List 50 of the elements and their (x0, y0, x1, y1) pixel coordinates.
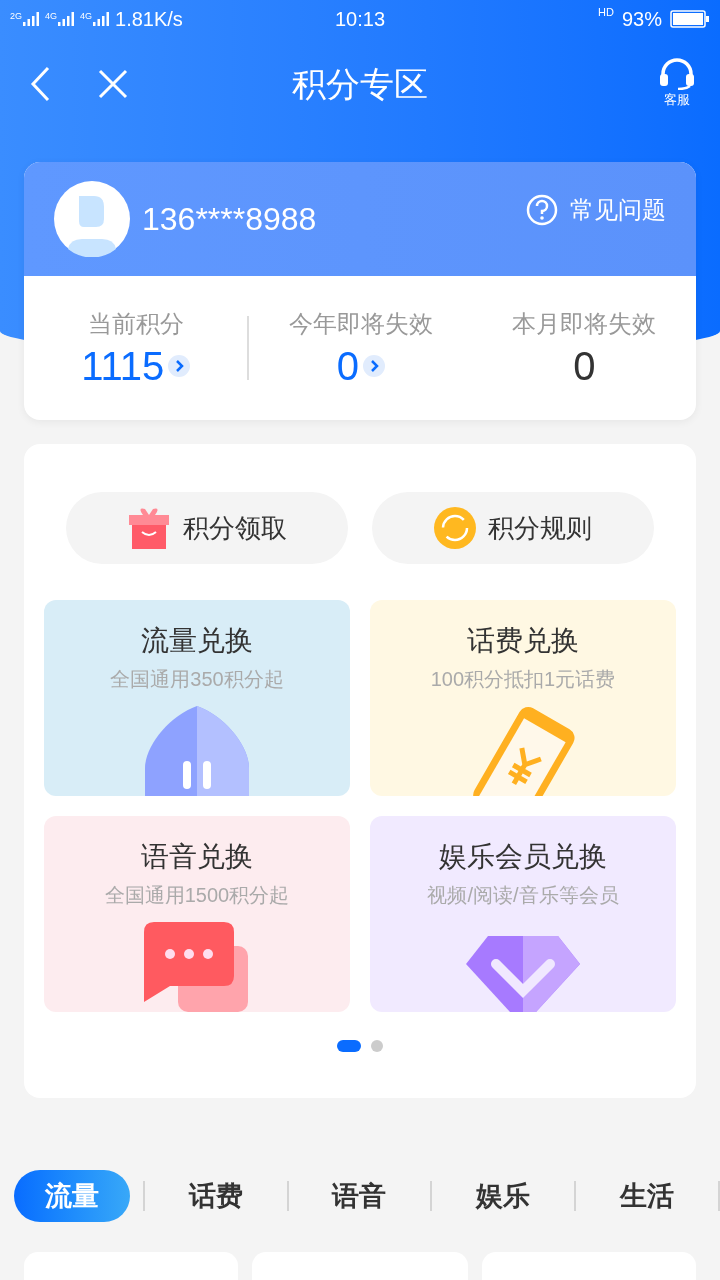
tile-title: 流量兑换 (141, 624, 253, 658)
help-icon (526, 194, 558, 226)
clock: 10:13 (334, 7, 386, 32)
category-tab[interactable]: 流量 (14, 1170, 130, 1222)
tile-title: 话费兑换 (467, 624, 579, 658)
hd-call-label: HD (598, 5, 614, 20)
chevron-right-icon[interactable] (168, 355, 191, 377)
chat-bubbles-icon (144, 922, 250, 1012)
customer-service-button[interactable]: 客服 (658, 58, 696, 110)
action-button[interactable]: 积分规则 (372, 492, 654, 564)
points-label: 今年即将失效 (289, 309, 433, 339)
category-tab[interactable]: 娱乐 (445, 1170, 562, 1222)
points-value: 1115 (81, 343, 165, 390)
network-label: 2G (10, 12, 22, 21)
signal-icon (93, 12, 110, 26)
battery-icon (670, 10, 710, 28)
network-speed: 1.81K/s (115, 7, 183, 32)
points-value: 0 (573, 343, 596, 390)
back-icon (30, 66, 50, 102)
tile-subtitle: 全国通用1500积分起 (104, 883, 290, 908)
network-label: 4G (80, 12, 93, 21)
signal-icon (23, 12, 39, 26)
tile-subtitle: 视频/阅读/音乐等会员 (427, 883, 619, 908)
page-title: 积分专区 (292, 63, 428, 105)
category-tab[interactable]: 语音 (301, 1170, 418, 1222)
exchange-tile[interactable]: 流量兑换 全国通用350积分起 (44, 600, 350, 796)
network-label: 4G (45, 12, 58, 21)
tile-title: 娱乐会员兑换 (439, 840, 607, 874)
action-button[interactable]: 积分领取 (66, 492, 348, 564)
headset-icon (658, 58, 696, 91)
tile-title: 语音兑换 (141, 840, 253, 874)
battery-percent: 93% (621, 7, 662, 32)
category-tab[interactable]: 生活 (589, 1170, 705, 1222)
gift-icon (127, 507, 171, 549)
phone-number: 136****8988 (142, 200, 317, 239)
points-value: 0 (336, 343, 360, 390)
data-drop-icon (145, 706, 249, 796)
exchange-tile[interactable]: 娱乐会员兑换 视频/阅读/音乐等会员 (370, 816, 676, 1012)
signal-icon (58, 12, 75, 26)
exchange-coin-icon (434, 507, 476, 549)
exchange-tile[interactable]: 话费兑换 100积分抵扣1元话费 (370, 600, 676, 796)
points-label: 当前积分 (87, 309, 184, 339)
points-label: 本月即将失效 (512, 309, 657, 339)
tile-subtitle: 全国通用350积分起 (110, 667, 284, 692)
category-tab[interactable]: 话费 (157, 1170, 274, 1222)
chevron-right-icon[interactable] (363, 355, 386, 377)
diamond-icon (466, 936, 580, 1012)
close-icon (98, 69, 128, 99)
exchange-tile[interactable]: 语音兑换 全国通用1500积分起 (44, 816, 350, 1012)
tile-subtitle: 100积分抵扣1元话费 (430, 667, 616, 692)
